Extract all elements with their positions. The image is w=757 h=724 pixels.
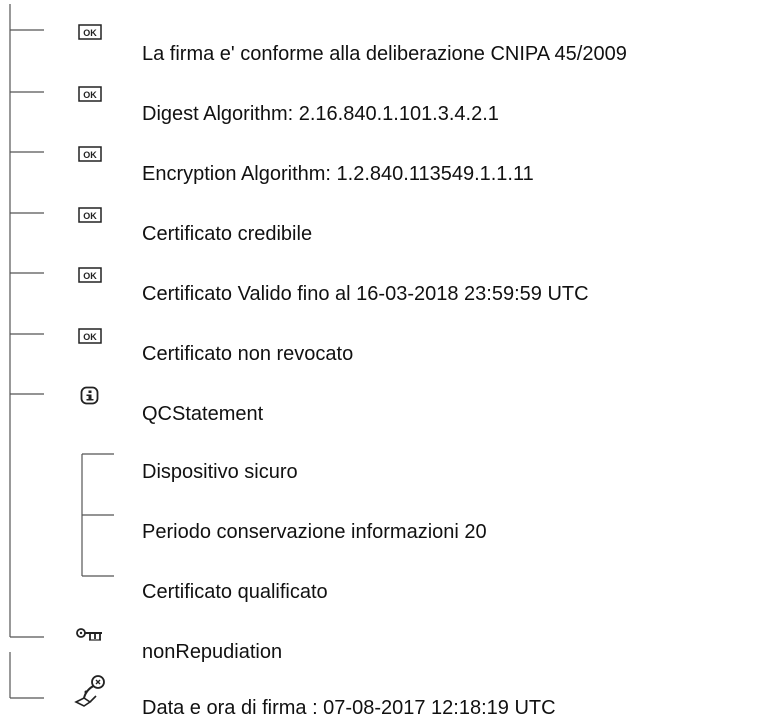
signature-time-icon bbox=[72, 672, 108, 708]
ok-icon: OK bbox=[78, 24, 104, 44]
key-icon bbox=[76, 626, 102, 646]
svg-text:OK: OK bbox=[83, 150, 97, 160]
svg-text:OK: OK bbox=[83, 28, 97, 38]
signature-time-label[interactable]: Data e ora di firma : 07-08-2017 12:18:1… bbox=[142, 696, 556, 720]
ok-icon: OK bbox=[78, 328, 104, 348]
tree-item-label[interactable]: Encryption Algorithm: 1.2.840.113549.1.1… bbox=[142, 162, 534, 186]
info-icon bbox=[80, 386, 106, 406]
tree-item-label[interactable]: QCStatement bbox=[142, 402, 263, 426]
ok-icon: OK bbox=[78, 207, 104, 227]
tree-item-label[interactable]: La firma e' conforme alla deliberazione … bbox=[142, 42, 627, 66]
svg-text:OK: OK bbox=[83, 90, 97, 100]
tree-item-label[interactable]: Digest Algorithm: 2.16.840.1.101.3.4.2.1 bbox=[142, 102, 499, 126]
tree-item-label[interactable]: nonRepudiation bbox=[142, 640, 282, 664]
ok-icon: OK bbox=[78, 146, 104, 166]
ok-icon: OK bbox=[78, 267, 104, 287]
svg-text:OK: OK bbox=[83, 211, 97, 221]
svg-text:OK: OK bbox=[83, 271, 97, 281]
tree-item-label[interactable]: Certificato non revocato bbox=[142, 342, 353, 366]
tree-subitem-label[interactable]: Dispositivo sicuro bbox=[142, 460, 298, 484]
tree-subitem-label[interactable]: Certificato qualificato bbox=[142, 580, 328, 604]
ok-icon: OK bbox=[78, 86, 104, 106]
tree-subitem-label[interactable]: Periodo conservazione informazioni 20 bbox=[142, 520, 487, 544]
signature-details-tree: OK La firma e' conforme alla deliberazio… bbox=[0, 0, 757, 724]
tree-item-label[interactable]: Certificato Valido fino al 16-03-2018 23… bbox=[142, 282, 589, 306]
tree-item-label[interactable]: Certificato credibile bbox=[142, 222, 312, 246]
svg-text:OK: OK bbox=[83, 332, 97, 342]
